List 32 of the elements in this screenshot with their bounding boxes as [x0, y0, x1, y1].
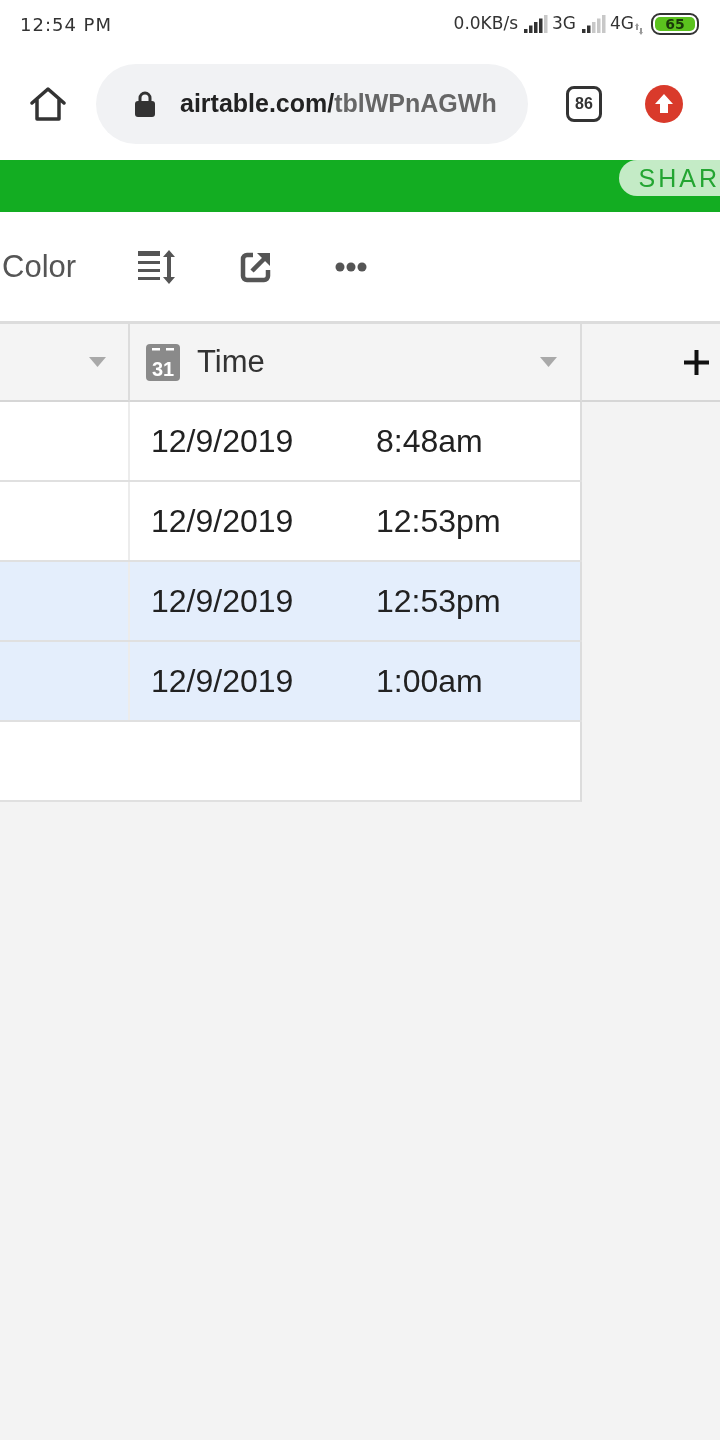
status-time: 12:54 PM — [20, 12, 112, 37]
address-bar[interactable]: airtable.com/tblWPnAGWh — [96, 64, 528, 144]
table-row[interactable]: 12/9/2019 12:53pm — [0, 482, 582, 562]
external-link-icon[interactable] — [240, 250, 273, 283]
table-row[interactable]: 12/9/2019 8:48am — [0, 402, 582, 482]
color-button[interactable]: Color — [0, 247, 77, 286]
column-header[interactable]: 31 Time — [130, 324, 582, 402]
network-type: 4G — [610, 12, 634, 36]
calendar-icon: 31 — [146, 343, 180, 381]
time-text: 8:48am — [376, 422, 483, 461]
table-row[interactable]: 12/9/2019 12:53pm — [0, 562, 582, 642]
row-height-icon[interactable] — [138, 249, 177, 284]
signal-icon — [582, 15, 606, 33]
data-activity-icon — [635, 22, 643, 35]
battery-indicator: 65 — [651, 13, 699, 35]
network-type: 3G — [552, 12, 576, 36]
date-text: 12/9/2019 — [151, 502, 295, 541]
column-title: Time — [197, 342, 265, 381]
date-text: 12/9/2019 — [151, 582, 295, 621]
home-icon[interactable] — [30, 86, 66, 122]
date-text: 12/9/2019 — [151, 422, 295, 461]
plus-icon — [684, 349, 709, 375]
table-row[interactable]: 12/9/2019 1:00am — [0, 642, 582, 722]
network-speed: 0.0KB/s — [453, 12, 518, 36]
more-icon[interactable] — [335, 261, 368, 272]
time-text: 12:53pm — [376, 502, 501, 541]
time-text: 1:00am — [376, 662, 483, 701]
lock-icon — [135, 91, 155, 117]
date-text: 12/9/2019 — [151, 662, 295, 701]
tab-count-button[interactable]: 86 — [566, 86, 602, 122]
time-text: 12:53pm — [376, 582, 501, 621]
signal-icon — [524, 15, 548, 33]
